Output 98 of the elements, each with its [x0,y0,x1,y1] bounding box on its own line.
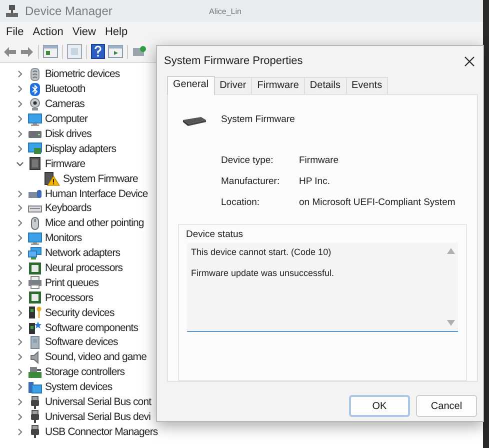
expand-chevron-icon[interactable] [16,204,24,212]
system-icon [28,380,42,394]
tree-item[interactable]: Monitors [45,232,82,244]
tree-item[interactable]: Print queues [45,276,99,289]
user-name: Alice_Lin [209,6,242,16]
expand-chevron-icon[interactable] [16,85,24,94]
property-value: on Microsoft UEFI-Compliant System [299,197,456,208]
expand-chevron-icon[interactable] [16,428,24,436]
expand-chevron-icon[interactable] [16,115,24,124]
back-icon[interactable] [3,46,17,58]
expand-chevron-icon[interactable] [16,368,24,376]
keyboard-mouse-icon [28,187,42,200]
component-icon [28,321,42,334]
expand-chevron-icon[interactable] [16,100,24,108]
property-value: Firmware [299,155,340,166]
tree-item[interactable]: Software devices [45,336,118,348]
expand-chevron-icon[interactable] [16,130,24,138]
device-name: System Firmware [221,114,295,124]
dialog-button[interactable]: OK [349,395,410,417]
view-icon[interactable] [108,45,123,58]
tab[interactable]: General [167,76,215,95]
expand-chevron-icon[interactable] [16,308,24,317]
app-icon [5,4,19,18]
expand-chevron-icon[interactable] [16,219,24,228]
device-icon [28,336,42,349]
property-label: Location: [221,197,261,208]
property-value: HP Inc. [299,176,331,187]
forward-icon[interactable] [20,46,34,58]
security-key-icon [28,306,42,320]
expand-chevron-icon[interactable] [16,278,24,287]
property-label: Device type: [221,155,274,166]
expand-chevron-icon[interactable] [16,70,24,78]
menu-item[interactable]: View [72,26,96,38]
tree-item[interactable]: Keyboards [45,202,92,214]
expand-chevron-icon[interactable] [16,294,24,302]
tree-item[interactable]: Mice and other pointing [45,217,144,230]
tree-item[interactable]: Firmware [45,158,86,170]
scan-hardware-icon[interactable] [132,45,146,58]
tree-item[interactable]: Bluetooth [45,83,86,96]
expand-chevron-icon[interactable] [16,234,24,242]
group-label: Device status [186,229,244,240]
tree-item[interactable]: Storage controllers [45,366,125,378]
processor-icon [28,291,42,304]
expand-chevron-icon[interactable] [16,324,24,332]
storage-icon [28,366,42,379]
tree-item[interactable]: Cameras [45,98,84,110]
webcam-icon [28,98,42,111]
menu-item[interactable]: Action [32,26,64,38]
expand-chevron-icon[interactable] [16,144,24,153]
tree-item[interactable]: USB Connector Managers [45,426,158,438]
collapse-chevron-icon[interactable] [16,160,24,168]
monitor-icon [28,112,42,126]
usb-plug-icon [28,410,42,424]
tree-item[interactable]: System devices [45,381,112,394]
tree-item[interactable]: Sound, video and game [45,351,146,364]
expand-chevron-icon[interactable] [16,412,24,421]
network-icon [28,246,42,260]
menu-item[interactable]: Help [104,26,128,38]
tree-item[interactable]: Display adapters [45,142,116,155]
bluetooth-icon [28,82,42,96]
chip-icon [28,157,42,170]
tree-item[interactable]: Disk drives [45,128,92,140]
tree-item[interactable]: Neural processors [45,262,123,274]
expand-chevron-icon[interactable] [16,383,24,392]
tree-item[interactable]: Biometric devices [45,68,120,80]
dialog-title: System Firmware Properties [164,55,303,67]
usb-plug-icon [28,396,42,409]
help-icon[interactable] [91,44,105,59]
expand-chevron-icon[interactable] [16,338,24,346]
menu-item[interactable]: File [6,26,24,38]
tree-item[interactable]: Universal Serial Bus cont [45,396,152,408]
tree-item[interactable]: Human Interface Device [45,188,148,200]
tree-item[interactable]: Universal Serial Bus devi [45,410,150,423]
usb-plug-icon [28,425,42,438]
tree-item[interactable]: Computer [45,113,88,126]
display-adapter-icon [28,142,42,156]
chip-icon [181,115,207,127]
expand-chevron-icon[interactable] [16,398,24,406]
fingerprint-icon [28,68,42,81]
dialog-button[interactable]: Cancel [416,395,477,417]
mouse-icon [28,216,42,230]
tree-item[interactable]: Processors [45,292,94,304]
tree-item[interactable]: Security devices [45,306,114,319]
tree-item[interactable]: Software components [45,322,138,334]
tab[interactable]: Events [346,77,388,94]
monitor-icon [28,232,42,245]
expand-chevron-icon[interactable] [16,190,24,198]
expand-chevron-icon[interactable] [16,249,24,258]
properties-icon[interactable] [43,45,58,58]
tree-item[interactable]: System Firmware [63,172,138,185]
expand-chevron-icon[interactable] [16,353,24,362]
property-label: Manufacturer: [221,176,281,187]
processor-icon [28,262,42,275]
tree-item[interactable]: Network adapters [45,247,120,260]
expand-chevron-icon[interactable] [16,264,24,272]
window-title: Device Manager [25,4,114,18]
printer-icon [28,276,42,290]
close-icon[interactable] [464,56,475,66]
